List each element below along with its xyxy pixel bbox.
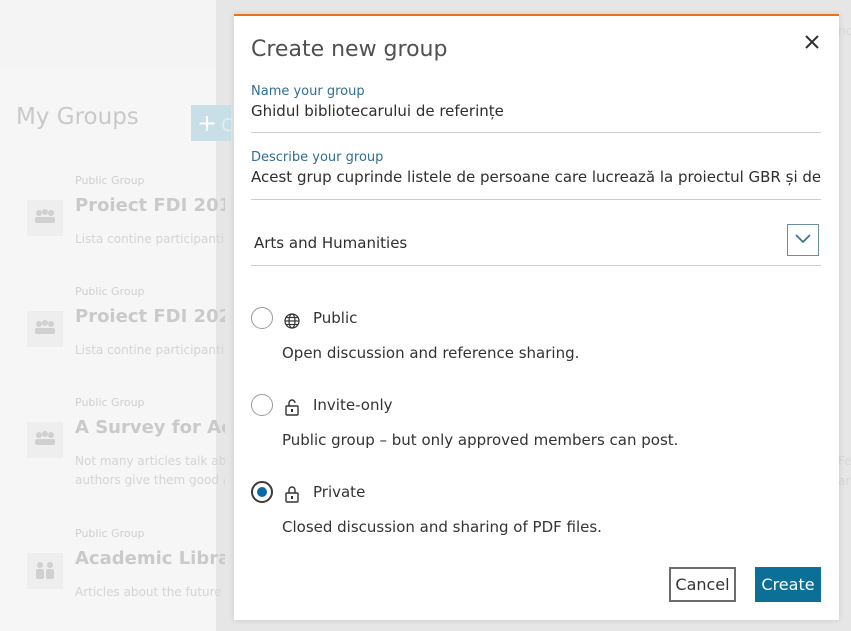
- create-group-button[interactable]: + C: [191, 105, 234, 141]
- radio-selected-dot: [257, 487, 267, 497]
- group-type: Public Group: [75, 396, 145, 409]
- globe-icon: [284, 313, 302, 331]
- name-field-label: Name your group: [251, 84, 365, 99]
- option-desc-public: Open discussion and reference sharing.: [282, 344, 580, 362]
- group-title[interactable]: Proiect FDI 2020: [75, 306, 225, 327]
- background-text-fragment: ar: [838, 474, 851, 488]
- people-icon: [27, 311, 63, 347]
- people-icon: [27, 422, 63, 458]
- dialog-title: Create new group: [251, 37, 448, 62]
- group-type: Public Group: [75, 285, 145, 298]
- group-description: Articles about the future o: [75, 585, 225, 599]
- background-text-fragment: Fe: [838, 454, 851, 468]
- radio-private[interactable]: [251, 481, 273, 503]
- option-label-private[interactable]: Private: [313, 483, 365, 501]
- group-description-input[interactable]: Acest grup cuprinde listele de persoane …: [251, 168, 821, 186]
- group-description: Lista contine participantii: [75, 232, 225, 246]
- people-icon: [27, 553, 63, 589]
- discipline-select[interactable]: Arts and Humanities: [254, 234, 407, 252]
- group-title[interactable]: Proiect FDI 2019: [75, 195, 225, 216]
- describe-field-underline: [251, 199, 821, 200]
- option-desc-private: Closed discussion and sharing of PDF fil…: [282, 518, 602, 536]
- group-name-input[interactable]: Ghidul bibliotecarului de referințe: [251, 102, 821, 120]
- group-type: Public Group: [75, 527, 145, 540]
- lock-icon: [284, 485, 302, 503]
- plus-icon: +: [197, 109, 218, 137]
- page-title: My Groups: [16, 104, 139, 130]
- unlock-icon: [284, 398, 302, 416]
- create-group-dialog: Create new group Name your group Ghidul …: [234, 14, 839, 620]
- cancel-button[interactable]: Cancel: [669, 567, 736, 602]
- describe-field-label: Describe your group: [251, 150, 384, 165]
- group-type: Public Group: [75, 174, 145, 187]
- group-description-line2: authors give them good a: [75, 473, 225, 487]
- option-desc-invite-only: Public group – but only approved members…: [282, 431, 679, 449]
- name-field-underline: [251, 132, 821, 133]
- close-icon[interactable]: [802, 31, 822, 53]
- radio-public[interactable]: [251, 307, 273, 329]
- group-description: Not many articles talk abo: [75, 454, 225, 468]
- option-label-public[interactable]: Public: [313, 309, 357, 327]
- background-text-fragment: nc: [838, 24, 851, 38]
- radio-invite-only[interactable]: [251, 394, 273, 416]
- people-icon: [27, 200, 63, 236]
- create-button[interactable]: Create: [755, 567, 821, 602]
- group-title[interactable]: Academic Libraries: [75, 548, 225, 569]
- group-description: Lista contine participantii: [75, 343, 225, 357]
- chevron-down-icon[interactable]: [787, 224, 819, 256]
- discipline-underline: [251, 265, 821, 266]
- option-label-invite-only[interactable]: Invite-only: [313, 396, 393, 414]
- group-title[interactable]: A Survey for Academic: [75, 417, 225, 438]
